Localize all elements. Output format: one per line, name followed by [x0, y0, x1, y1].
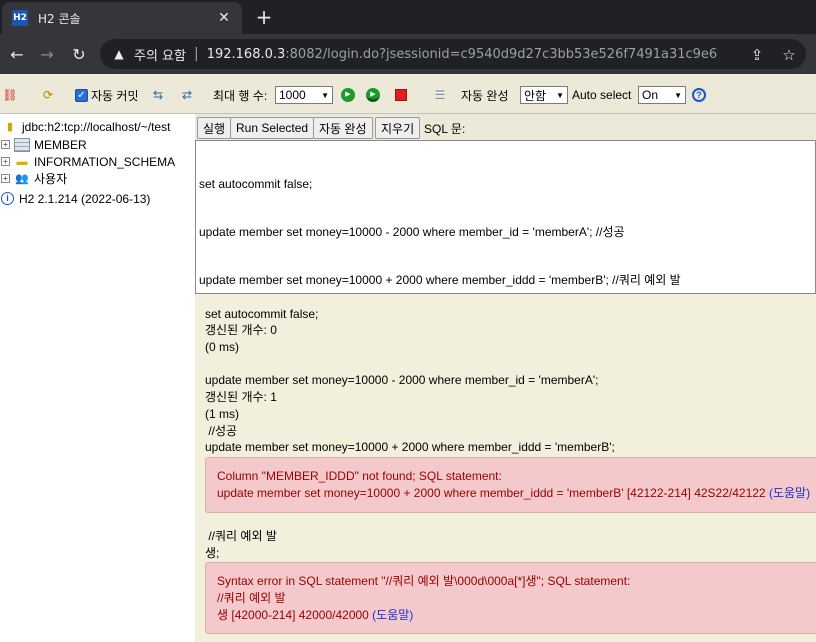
result-line: 갱신된 개수: 1: [205, 390, 277, 404]
run-icon[interactable]: ▶: [341, 86, 355, 104]
error-text: //쿼리 예외 발: [217, 591, 286, 605]
sql-label: SQL 문:: [424, 122, 466, 136]
auto-complete-select[interactable]: 안함 ▼: [520, 86, 568, 104]
chevron-down-icon: ▼: [556, 90, 564, 100]
folder-icon: ▬: [16, 155, 28, 168]
browser-tab[interactable]: H2 H2 콘솔 ✕: [2, 2, 242, 34]
result-line: //성공: [205, 424, 238, 438]
reload-icon[interactable]: ↻: [68, 44, 90, 66]
tree-item-users[interactable]: + 👥 사용자: [1, 170, 67, 187]
error-message: Syntax error in SQL statement "//쿼리 예외 발…: [205, 562, 816, 634]
auto-commit-toggle[interactable]: ✓ 자동 커밋: [75, 86, 139, 104]
max-rows-select[interactable]: 1000 ▼: [275, 86, 333, 104]
sql-editor[interactable]: set autocommit false; update member set …: [195, 140, 816, 335]
result-line: (0 ms): [205, 340, 239, 354]
share-icon[interactable]: ⇪: [748, 46, 766, 64]
tree-item-member[interactable]: + MEMBER: [1, 136, 87, 153]
max-rows-label: 최대 행 수:: [213, 88, 268, 103]
h2-toolbar: ⛓ ⟳ ✓ 자동 커밋 ⇆ ⇄ 최대 행 수: 1000 ▼ ▶ ▶ ☰ 자동 완…: [0, 74, 816, 114]
url-path: :8082/login.do?jsessionid=c9540d9d27c3bb…: [285, 46, 718, 62]
tree-connection[interactable]: ▮ jdbc:h2:tcp://localhost/~/test: [2, 118, 170, 135]
refresh-icon[interactable]: ⟳: [40, 86, 56, 104]
address-bar[interactable]: ▲ 주의 요함 | 192.168.0.3 :8082/login.do?jse…: [100, 39, 806, 69]
history-icon[interactable]: ☰: [432, 86, 448, 104]
stop-icon[interactable]: [395, 86, 407, 104]
connection-label: jdbc:h2:tcp://localhost/~/test: [22, 119, 171, 134]
expand-icon[interactable]: +: [1, 174, 10, 183]
tree-item-label: INFORMATION_SCHEMA: [34, 154, 176, 169]
url-host: 192.168.0.3: [206, 46, 286, 62]
users-icon: 👥: [15, 172, 29, 185]
run-button[interactable]: 실행: [197, 117, 232, 139]
new-tab-icon[interactable]: +: [254, 5, 274, 29]
database-icon: ▮: [6, 120, 14, 133]
auto-complete-label: 자동 완성: [461, 88, 509, 103]
expand-icon[interactable]: +: [1, 157, 10, 166]
editor-line: update member set money=10000 + 2000 whe…: [199, 273, 681, 287]
clear-button[interactable]: 지우기: [375, 117, 421, 139]
auto-select-label: Auto select: [572, 88, 632, 102]
info-icon: i: [1, 192, 14, 205]
run-selected-icon[interactable]: ▶: [366, 86, 380, 104]
commit-icon[interactable]: ⇄: [179, 86, 195, 104]
auto-commit-label: 자동 커밋: [91, 88, 139, 103]
tree-item-information-schema[interactable]: + ▬ INFORMATION_SCHEMA: [1, 153, 175, 170]
error-message: Column "MEMBER_IDDD" not found; SQL stat…: [205, 457, 816, 513]
result-line: 생;: [205, 546, 220, 560]
tree-item-label: 사용자: [34, 172, 68, 186]
disconnect-icon[interactable]: ⛓: [2, 86, 18, 104]
tree-version: i H2 2.1.214 (2022-06-13): [1, 190, 150, 207]
version-label: H2 2.1.214 (2022-06-13): [19, 191, 151, 206]
help-icon[interactable]: ?: [692, 86, 706, 104]
result-line: update member set money=10000 - 2000 whe…: [205, 373, 599, 387]
result-line: 갱신된 개수: 0: [205, 323, 277, 337]
error-text: Column "MEMBER_IDDD" not found; SQL stat…: [217, 469, 502, 483]
warning-icon[interactable]: ▲: [112, 47, 126, 61]
tree-item-label: MEMBER: [34, 137, 87, 152]
back-icon[interactable]: ←: [6, 44, 28, 66]
bookmark-star-icon[interactable]: ☆: [780, 46, 798, 64]
table-icon: [14, 137, 30, 152]
browser-tabstrip: H2 H2 콘솔 ✕ +: [0, 0, 816, 34]
chevron-down-icon: ▼: [674, 90, 682, 100]
expand-icon[interactable]: +: [1, 140, 10, 149]
result-line: update member set money=10000 + 2000 whe…: [205, 440, 615, 454]
schema-tree: ▮ jdbc:h2:tcp://localhost/~/test + MEMBE…: [0, 114, 195, 642]
url-separator: |: [193, 46, 199, 62]
close-icon[interactable]: ✕: [216, 10, 232, 26]
browser-toolbar: ← → ↻ ▲ 주의 요함 | 192.168.0.3 :8082/login.…: [0, 34, 816, 74]
error-text: Syntax error in SQL statement "//쿼리 예외 발…: [217, 574, 631, 588]
error-text: update member set money=10000 + 2000 whe…: [217, 486, 811, 500]
window-minimize-icon[interactable]: [790, 0, 816, 10]
security-warning[interactable]: 주의 요함: [134, 45, 186, 64]
result-line: (1 ms): [205, 407, 239, 421]
error-text: 생 [42000-214] 42000/42000 (도움말): [217, 608, 414, 622]
tab-title: H2 콘솔: [38, 11, 81, 26]
results-pane: set autocommit false; 갱신된 개수: 0 (0 ms) u…: [195, 294, 816, 642]
auto-select-select[interactable]: On ▼: [638, 86, 686, 104]
editor-line: update member set money=10000 - 2000 whe…: [199, 225, 625, 239]
run-selected-button[interactable]: Run Selected: [230, 117, 315, 139]
rollback-icon[interactable]: ⇆: [150, 86, 166, 104]
result-line: //쿼리 예외 발: [205, 529, 277, 543]
auto-complete-button[interactable]: 자동 완성: [313, 117, 373, 139]
chevron-down-icon: ▼: [321, 90, 329, 100]
editor-line: set autocommit false;: [199, 177, 313, 191]
query-pane: 실행 Run Selected 자동 완성 지우기 SQL 문: set aut…: [195, 114, 816, 335]
result-line: set autocommit false;: [205, 307, 319, 321]
h2-favicon-icon: H2: [12, 10, 28, 26]
help-link[interactable]: (도움말): [769, 486, 810, 500]
help-link[interactable]: (도움말): [372, 608, 413, 622]
checkbox-checked-icon[interactable]: ✓: [75, 88, 88, 102]
forward-icon[interactable]: →: [36, 44, 58, 66]
